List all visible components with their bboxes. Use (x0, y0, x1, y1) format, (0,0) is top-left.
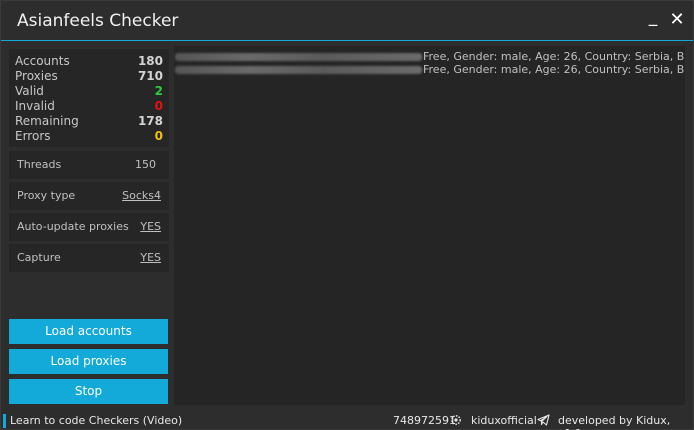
minimize-icon[interactable]: _ (643, 7, 663, 29)
learn-checkers-link[interactable]: Learn to code Checkers (Video) (10, 414, 182, 427)
load-proxies-button[interactable]: Load proxies (9, 349, 168, 374)
option-auto-update: Auto-update proxies YES (9, 213, 169, 241)
option-proxy-type: Proxy type Socks4 (9, 182, 169, 210)
redacted-text (175, 66, 422, 74)
log-line-text: Free, Gender: male, Age: 26, Country: Se… (423, 50, 685, 63)
stat-label: Proxies (15, 69, 58, 83)
stat-label: Accounts (15, 54, 70, 68)
stat-value: 2 (154, 84, 163, 98)
title-bar: Asianfeels Checker _ ✕ (1, 1, 693, 41)
window-title: Asianfeels Checker (17, 11, 179, 31)
redacted-text (175, 53, 422, 61)
auto-update-toggle[interactable]: YES (140, 220, 161, 233)
log-output[interactable]: Free, Gender: male, Age: 26, Country: Se… (174, 46, 685, 405)
status-bar: Learn to code Checkers (Video) 748972591… (1, 413, 693, 430)
log-line: Free, Gender: male, Age: 26, Country: Se… (174, 63, 685, 76)
stat-proxies: Proxies 710 (15, 69, 163, 84)
capture-label: Capture (17, 251, 61, 264)
stat-value: 180 (137, 54, 163, 68)
option-threads: Threads 150 (9, 151, 169, 179)
sidebar: Accounts 180 Proxies 710 Valid 2 Invalid… (9, 49, 169, 272)
stat-value: 0 (154, 129, 163, 143)
proxy-type-label: Proxy type (17, 189, 76, 202)
stat-value: 178 (137, 114, 163, 128)
app-window: Asianfeels Checker _ ✕ Accounts 180 Prox… (0, 0, 694, 430)
stat-label: Valid (15, 84, 44, 98)
stats-panel: Accounts 180 Proxies 710 Valid 2 Invalid… (9, 49, 169, 147)
proxy-type-toggle[interactable]: Socks4 (122, 189, 161, 202)
threads-value[interactable]: 150 (135, 158, 156, 171)
stat-label: Errors (15, 129, 51, 143)
stat-value: 0 (154, 99, 163, 113)
stat-accounts: Accounts 180 (15, 54, 163, 69)
close-icon[interactable]: ✕ (667, 9, 687, 31)
stat-errors: Errors 0 (15, 129, 163, 144)
status-accent-bar (3, 414, 6, 428)
username[interactable]: kiduxofficial (471, 414, 537, 427)
log-line: Free, Gender: male, Age: 26, Country: Se… (174, 50, 685, 63)
stat-value: 710 (137, 69, 163, 83)
telegram-icon[interactable] (537, 414, 550, 429)
gear-icon[interactable] (450, 414, 462, 429)
capture-toggle[interactable]: YES (140, 251, 161, 264)
developer-credit[interactable]: developed by Kidux, v1.1 (558, 414, 693, 430)
stat-remaining: Remaining 178 (15, 114, 163, 129)
stat-label: Remaining (15, 114, 79, 128)
stat-invalid: Invalid 0 (15, 99, 163, 114)
stat-valid: Valid 2 (15, 84, 163, 99)
log-line-text: Free, Gender: male, Age: 26, Country: Se… (423, 63, 685, 76)
load-accounts-button[interactable]: Load accounts (9, 319, 168, 344)
id-number: 748972591 (393, 414, 456, 427)
stop-button[interactable]: Stop (9, 379, 168, 404)
stat-label: Invalid (15, 99, 55, 113)
auto-update-label: Auto-update proxies (17, 220, 129, 233)
option-capture: Capture YES (9, 244, 169, 272)
threads-label: Threads (17, 158, 62, 171)
